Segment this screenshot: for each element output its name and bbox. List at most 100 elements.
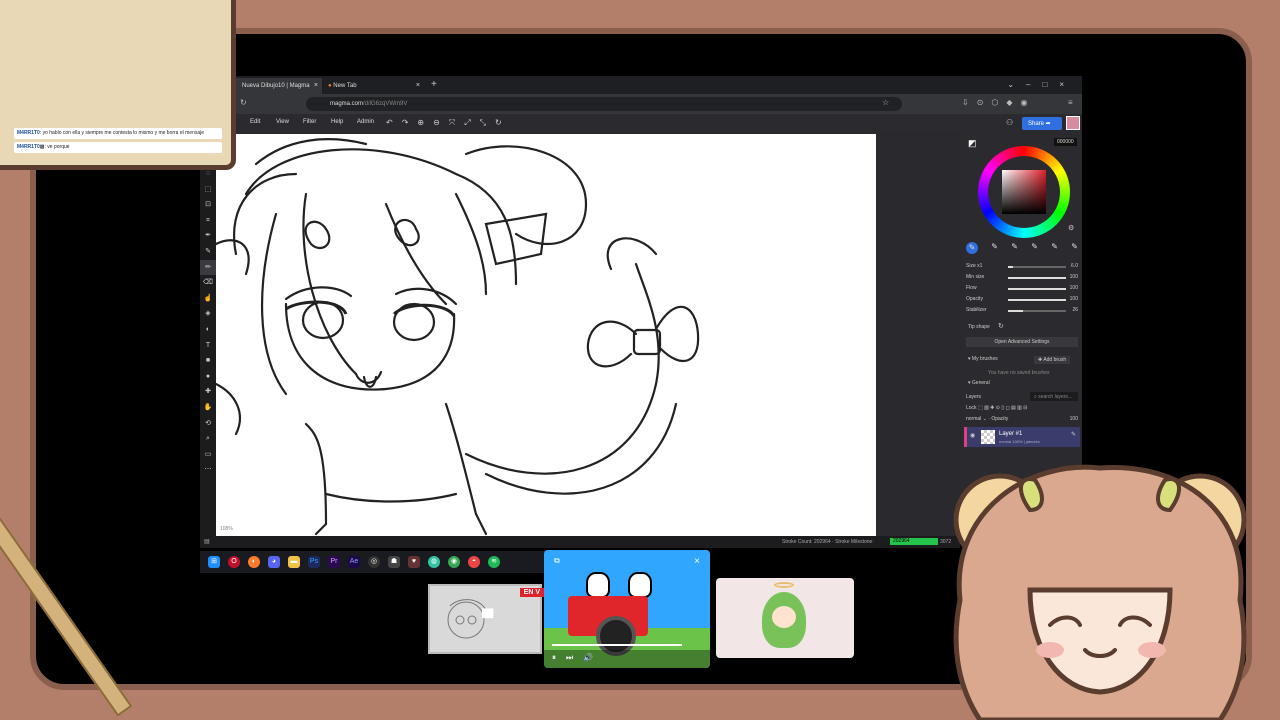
eraser-icon[interactable]: ⌫	[200, 275, 216, 291]
brush-setting-opacity[interactable]: Opacity 100	[966, 294, 1078, 304]
brush-preset-5[interactable]: ✎	[1051, 242, 1058, 254]
pencil-icon[interactable]: ✎	[200, 244, 216, 260]
general-label[interactable]: ▾ General	[968, 380, 990, 386]
app-icon[interactable]: ☗	[388, 556, 400, 568]
zoom-icon[interactable]: ⌕	[200, 431, 216, 447]
vtuber-app-icon[interactable]: ♥	[408, 556, 420, 568]
chat-message: M4RR1T0: yo hablo con ella y siempre me …	[14, 128, 222, 139]
color-wheel[interactable]	[978, 146, 1070, 238]
hex-input[interactable]: 000000	[1054, 138, 1077, 146]
edit-layer-icon[interactable]: ✎	[1071, 431, 1076, 438]
tab-new[interactable]: ● New Tab ×	[322, 78, 424, 94]
eye-icon[interactable]: ◉	[970, 432, 975, 439]
extension-icons[interactable]: ⇩⊙⬡◆◉	[962, 98, 1036, 107]
slider-track[interactable]	[1008, 310, 1066, 312]
lock-row[interactable]: Lock ⬚ ▨ ✚ ⊙ ▯ ◻ ▤ ▥ ⊟	[966, 405, 1027, 411]
transform-icon[interactable]: ⊡	[200, 197, 216, 213]
slider-track[interactable]	[1008, 299, 1066, 301]
photoshop-icon[interactable]: Ps	[308, 556, 320, 568]
close-icon[interactable]: ×	[694, 556, 700, 567]
select-icon[interactable]: ⬚	[200, 182, 216, 198]
more-icon[interactable]: ⋯	[200, 462, 216, 478]
new-tab-icon[interactable]: +	[431, 79, 437, 90]
url-input[interactable]: magma.com/d/lG6zqVWm9V	[306, 97, 902, 111]
window-preview-video[interactable]: ⧉ × ⏸⏭🔊	[544, 550, 710, 668]
sidebar-icon[interactable]: ▤	[204, 538, 210, 545]
brush-setting-flow[interactable]: Flow 100	[966, 283, 1078, 293]
my-brushes-label[interactable]: ▾ My brushes	[968, 356, 998, 362]
close-icon[interactable]: ×	[314, 82, 318, 89]
brush-preset-1[interactable]: ✎	[966, 242, 978, 254]
window-preview-art[interactable]	[716, 578, 854, 658]
layer-opacity-value[interactable]: 100	[1070, 416, 1078, 422]
brush-icon[interactable]: ✏	[200, 259, 216, 276]
aftereffects-icon[interactable]: Ae	[348, 556, 360, 568]
blend-mode[interactable]: normal	[966, 416, 981, 422]
discord-icon[interactable]: ◕	[268, 556, 280, 568]
ellipse-icon[interactable]: ●	[200, 369, 216, 385]
bookmark-star-icon[interactable]: ☆	[882, 98, 889, 107]
slider-fill	[1008, 266, 1013, 268]
firefox-icon[interactable]: ◐	[248, 556, 260, 568]
slider-track[interactable]	[1008, 266, 1066, 268]
search-layers-input[interactable]: ⌕ search layers...	[1030, 392, 1078, 401]
brush-preset-4[interactable]: ✎	[1031, 242, 1038, 254]
folder-icon[interactable]: ▬	[288, 556, 300, 568]
windows-start-icon[interactable]: ⊞	[208, 556, 220, 568]
spotify-icon[interactable]: ≋	[488, 556, 500, 568]
brush-preset-2[interactable]: ✎	[991, 242, 998, 254]
menu-view[interactable]: View	[276, 119, 289, 125]
opera-icon[interactable]: O	[228, 556, 240, 568]
saturation-square[interactable]	[1002, 170, 1046, 214]
color-swatch-icon[interactable]: ◩	[968, 138, 977, 149]
slider-track[interactable]	[1008, 288, 1066, 290]
brush-setting-size[interactable]: Size x1 6.0	[966, 261, 1078, 271]
fill-icon[interactable]: ◈	[200, 306, 216, 322]
gradient-icon[interactable]: ◐	[200, 322, 216, 338]
chrome-icon[interactable]: ◉	[448, 556, 460, 568]
layer-row[interactable]: ◉ Layer #1 normal 100% | jabneko ✎	[964, 427, 1080, 447]
eyedropper-icon[interactable]: ✒	[200, 228, 216, 244]
brush-preset-6[interactable]: ✎	[1071, 242, 1078, 254]
premiere-icon[interactable]: Pr	[328, 556, 340, 568]
drawing-canvas[interactable]: 108%	[216, 134, 876, 536]
menu-filter[interactable]: Filter	[303, 119, 316, 125]
rotate-icon[interactable]: ⟲	[200, 416, 216, 432]
add-user-icon[interactable]: ⚇	[1006, 118, 1013, 127]
menu-admin[interactable]: Admin	[357, 119, 374, 125]
add-brush-button[interactable]: ✚ Add brush	[1034, 356, 1071, 364]
gear-icon[interactable]: ⚙	[1068, 224, 1074, 232]
refresh-icon[interactable]: ↻	[998, 322, 1004, 330]
close-icon[interactable]: ×	[416, 82, 420, 89]
move-icon[interactable]: ✚	[200, 384, 216, 400]
slider-track[interactable]	[1008, 277, 1066, 279]
window-preview-stream[interactable]: EN V ▀	[428, 584, 544, 654]
video-controls[interactable]: ⏸⏭🔊	[544, 650, 710, 668]
brush-setting-min-size[interactable]: Min size 100	[966, 272, 1078, 282]
layer-name: Layer #1	[999, 431, 1023, 437]
menu-help[interactable]: Help	[331, 119, 343, 125]
reload-icon[interactable]: ↻	[240, 98, 247, 107]
browser-icon[interactable]: ◓	[468, 556, 480, 568]
share-button[interactable]: Share ➦	[1022, 117, 1062, 130]
menu-icon[interactable]: ≡	[1068, 98, 1073, 107]
advanced-settings-button[interactable]: Open Advanced Settings	[966, 337, 1078, 347]
hand-icon[interactable]: ✋	[200, 400, 216, 416]
menu-edit[interactable]: Edit	[250, 119, 260, 125]
comment-icon[interactable]: ▭	[200, 447, 216, 463]
brush-preset-3[interactable]: ✎	[1011, 242, 1018, 254]
obs-icon[interactable]: ◎	[368, 556, 380, 568]
blend-row[interactable]: normal ⌄ · Opacity	[966, 416, 1008, 422]
window-controls[interactable]: ⌄–□×	[1007, 80, 1076, 89]
text-icon[interactable]: T	[200, 338, 216, 354]
smudge-icon[interactable]: ☝	[200, 291, 216, 307]
crop-icon[interactable]: ⌗	[200, 213, 216, 229]
history-zoom-tools[interactable]: ↶↷⊕⊖⤧⤢⤡↻	[386, 118, 511, 128]
tab-magma[interactable]: Nueva Dibujo10 | Magma ×	[236, 78, 322, 94]
rectangle-icon[interactable]: ■	[200, 353, 216, 369]
pip-icon[interactable]: ⧉	[554, 556, 560, 566]
brush-setting-stabilizer[interactable]: Stabilizer 26	[966, 305, 1078, 315]
streamlabs-icon[interactable]: ◍	[428, 556, 440, 568]
avatar[interactable]	[1066, 116, 1080, 130]
video-progress-bar[interactable]	[552, 644, 682, 646]
